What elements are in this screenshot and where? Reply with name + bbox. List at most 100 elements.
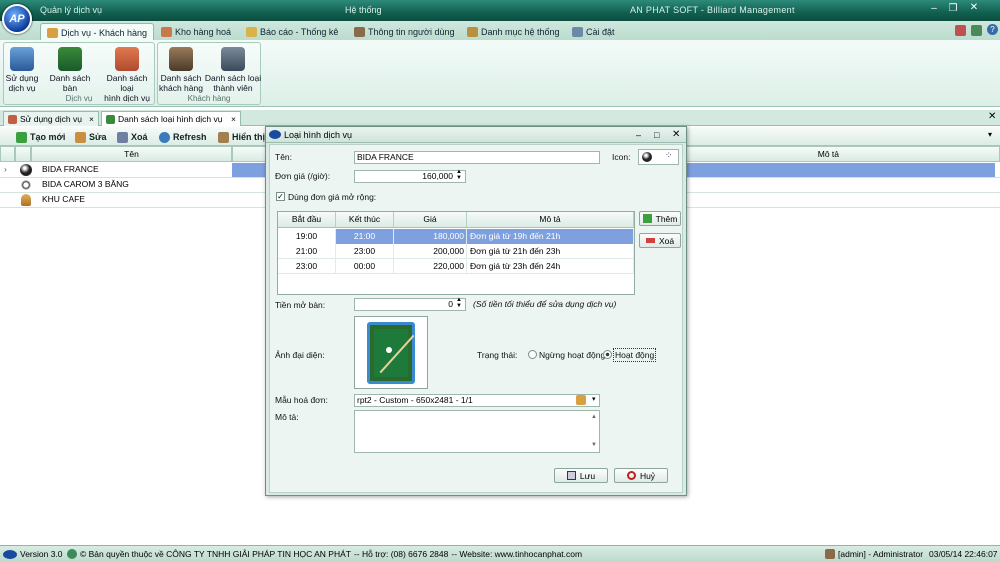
description-textarea[interactable]: ▲ ▼ [354, 410, 600, 453]
price-cell: 220,000 [394, 259, 467, 274]
dialog-title-bar[interactable]: Loại hình dịch vụ – □ ✕ [266, 127, 686, 143]
close-tab-icon[interactable]: × [231, 114, 236, 124]
price-spinner-icon[interactable]: ▲ ▼ [456, 169, 462, 181]
price-header[interactable]: Giá [394, 212, 467, 228]
name-label: Tên: [275, 152, 293, 162]
tab-service-customer[interactable]: Dịch vụ - Khách hàng [40, 23, 155, 41]
icon-picker[interactable]: ⁘ [638, 149, 679, 165]
price-cell: 180,000 [394, 229, 467, 244]
button-label: Danh sách loại [204, 73, 262, 83]
remove-price-button[interactable]: Xoá [639, 233, 681, 248]
scroll-up-icon[interactable]: ▲ [591, 412, 597, 423]
cancel-button[interactable]: Huỷ [614, 468, 668, 483]
ext-price-checkbox[interactable]: ✓ [276, 192, 285, 201]
row-name: BIDA FRANCE [42, 164, 99, 174]
end-header[interactable]: Kết thúc [336, 212, 394, 228]
button-label: thành viên [213, 83, 253, 93]
delete-button[interactable]: Xoá [117, 130, 148, 144]
add-price-button[interactable]: Thêm [639, 211, 681, 226]
invoice-template-select[interactable]: rpt2 - Custom - 650x2481 - 1/1 [354, 394, 600, 407]
doc-tab-label: Danh sách loại hình dịch vụ [118, 114, 223, 124]
avatar-picture[interactable] [354, 316, 428, 389]
name-field[interactable]: BIDA FRANCE [354, 151, 600, 164]
price-field[interactable]: 160,000 [354, 170, 466, 183]
minimize-icon[interactable]: – [636, 127, 641, 143]
tab-label: Thông tin người dùng [368, 27, 455, 37]
open-fee-spinner-icon[interactable]: ▲ ▼ [456, 297, 462, 309]
save-button[interactable]: Lưu [554, 468, 608, 483]
user-icon [825, 549, 835, 559]
invoice-template-icon[interactable] [576, 395, 586, 405]
title-bar: Quản lý dịch vụ Hệ thống AN PHAT SOFT - … [0, 0, 1000, 21]
status-inactive-radio[interactable] [528, 350, 537, 359]
start-header[interactable]: Bắt đầu [278, 212, 336, 228]
chevron-down-icon[interactable]: ▾ [592, 395, 596, 403]
toolbar-overflow-icon[interactable]: ▾ [988, 130, 992, 139]
ribbon-tab-row: Dịch vụ - Khách hàng Kho hàng hoá Báo cá… [0, 21, 1000, 41]
close-icon[interactable]: ✕ [966, 1, 982, 15]
doc-tab-use-service[interactable]: Sử dụng dịch vụ × [3, 111, 99, 126]
button-label: dịch vụ [8, 83, 36, 93]
tab-warehouse[interactable]: Kho hàng hoá [155, 23, 237, 41]
scroll-down-icon[interactable]: ▼ [591, 440, 597, 451]
datetime-label: 03/05/14 22:46:07 [929, 549, 998, 559]
icon-column-header [15, 146, 31, 162]
edit-button[interactable]: Sửa [75, 130, 107, 144]
refresh-app-icon[interactable] [971, 25, 982, 36]
open-fee-field[interactable]: 0 [354, 298, 466, 311]
table-list-button[interactable]: Danh sách bàn [42, 47, 98, 93]
close-all-icon[interactable]: ✕ [988, 111, 996, 122]
close-icon[interactable]: ✕ [672, 127, 680, 143]
maximize-icon[interactable]: □ [654, 127, 659, 143]
end-cell: 23:00 [336, 244, 394, 259]
member-type-list-button[interactable]: Danh sách loại thành viên [204, 47, 262, 93]
open-fee-hint: (Số tiền tối thiểu để sửa dụng dịch vụ) [473, 299, 617, 309]
app-section-label: Quản lý dịch vụ [40, 5, 103, 15]
status-label: Trạng thái: [477, 350, 518, 360]
doc-tab-service-types[interactable]: Danh sách loại hình dịch vụ × [101, 111, 241, 126]
refresh-button[interactable]: Refresh [159, 130, 207, 144]
button-label: khách hàng [159, 83, 203, 93]
browse-icon[interactable]: ⁘ [665, 150, 673, 161]
start-cell: 21:00 [278, 244, 336, 259]
table-row[interactable]: 21:00 23:00 200,000 Đơn giá từ 21h đến 2… [278, 244, 634, 259]
use-service-button[interactable]: Sử dụng dịch vụ [4, 47, 40, 93]
catalog-icon [467, 27, 478, 37]
desc-header[interactable]: Mô tả [467, 212, 634, 228]
tab-reports[interactable]: Báo cáo - Thống kê [240, 23, 344, 41]
user-switch-icon[interactable] [955, 25, 966, 36]
cancel-label: Huỷ [639, 470, 656, 481]
ribbon-group-customer: Danh sách khách hàng Danh sách loại thàn… [157, 42, 261, 105]
tab-system-catalog[interactable]: Danh mục hệ thống [461, 23, 566, 41]
restore-icon[interactable]: ❐ [945, 2, 961, 16]
remove-label: Xoá [658, 235, 675, 246]
help-icon[interactable]: ? [987, 24, 998, 35]
show-button[interactable]: Hiển thị [218, 130, 265, 144]
table-row[interactable]: 19:00 21:00 180,000 Đơn giá từ 19h đến 2… [278, 229, 634, 244]
ext-price-label: Dùng đơn giá mở rộng: [288, 192, 377, 202]
minimize-icon[interactable]: ‒ [926, 2, 942, 16]
button-label: Sử dụng [5, 73, 39, 83]
billiard-ball-icon [642, 152, 652, 162]
tab-label: Danh mục hệ thống [481, 27, 560, 37]
refresh-label: Refresh [173, 132, 207, 142]
tab-settings[interactable]: Cài đặt [566, 23, 621, 41]
app-logo-icon [269, 130, 281, 139]
table-row[interactable]: 23:00 00:00 220,000 Đơn giá từ 23h đến 2… [278, 259, 634, 274]
person-icon [21, 194, 31, 206]
tab-user-info[interactable]: Thông tin người dùng [348, 23, 460, 41]
save-icon [566, 471, 576, 480]
current-user: [admin] - Administrator [825, 549, 923, 559]
new-button[interactable]: Tạo mới [16, 130, 65, 144]
delete-icon [117, 131, 128, 143]
app-logo-icon [3, 549, 17, 559]
warehouse-icon [161, 27, 172, 37]
support-label: -- Hỗ trợ: (08) 6676 2848 [353, 549, 449, 559]
name-column-header[interactable]: Tên [31, 146, 232, 162]
button-label: Danh sách [160, 73, 202, 83]
status-active-radio[interactable] [603, 350, 612, 359]
customer-list-button[interactable]: Danh sách khách hàng [158, 47, 204, 93]
close-tab-icon[interactable]: × [89, 114, 94, 124]
app-logo[interactable]: AP [2, 4, 32, 34]
delete-label: Xoá [131, 132, 148, 142]
